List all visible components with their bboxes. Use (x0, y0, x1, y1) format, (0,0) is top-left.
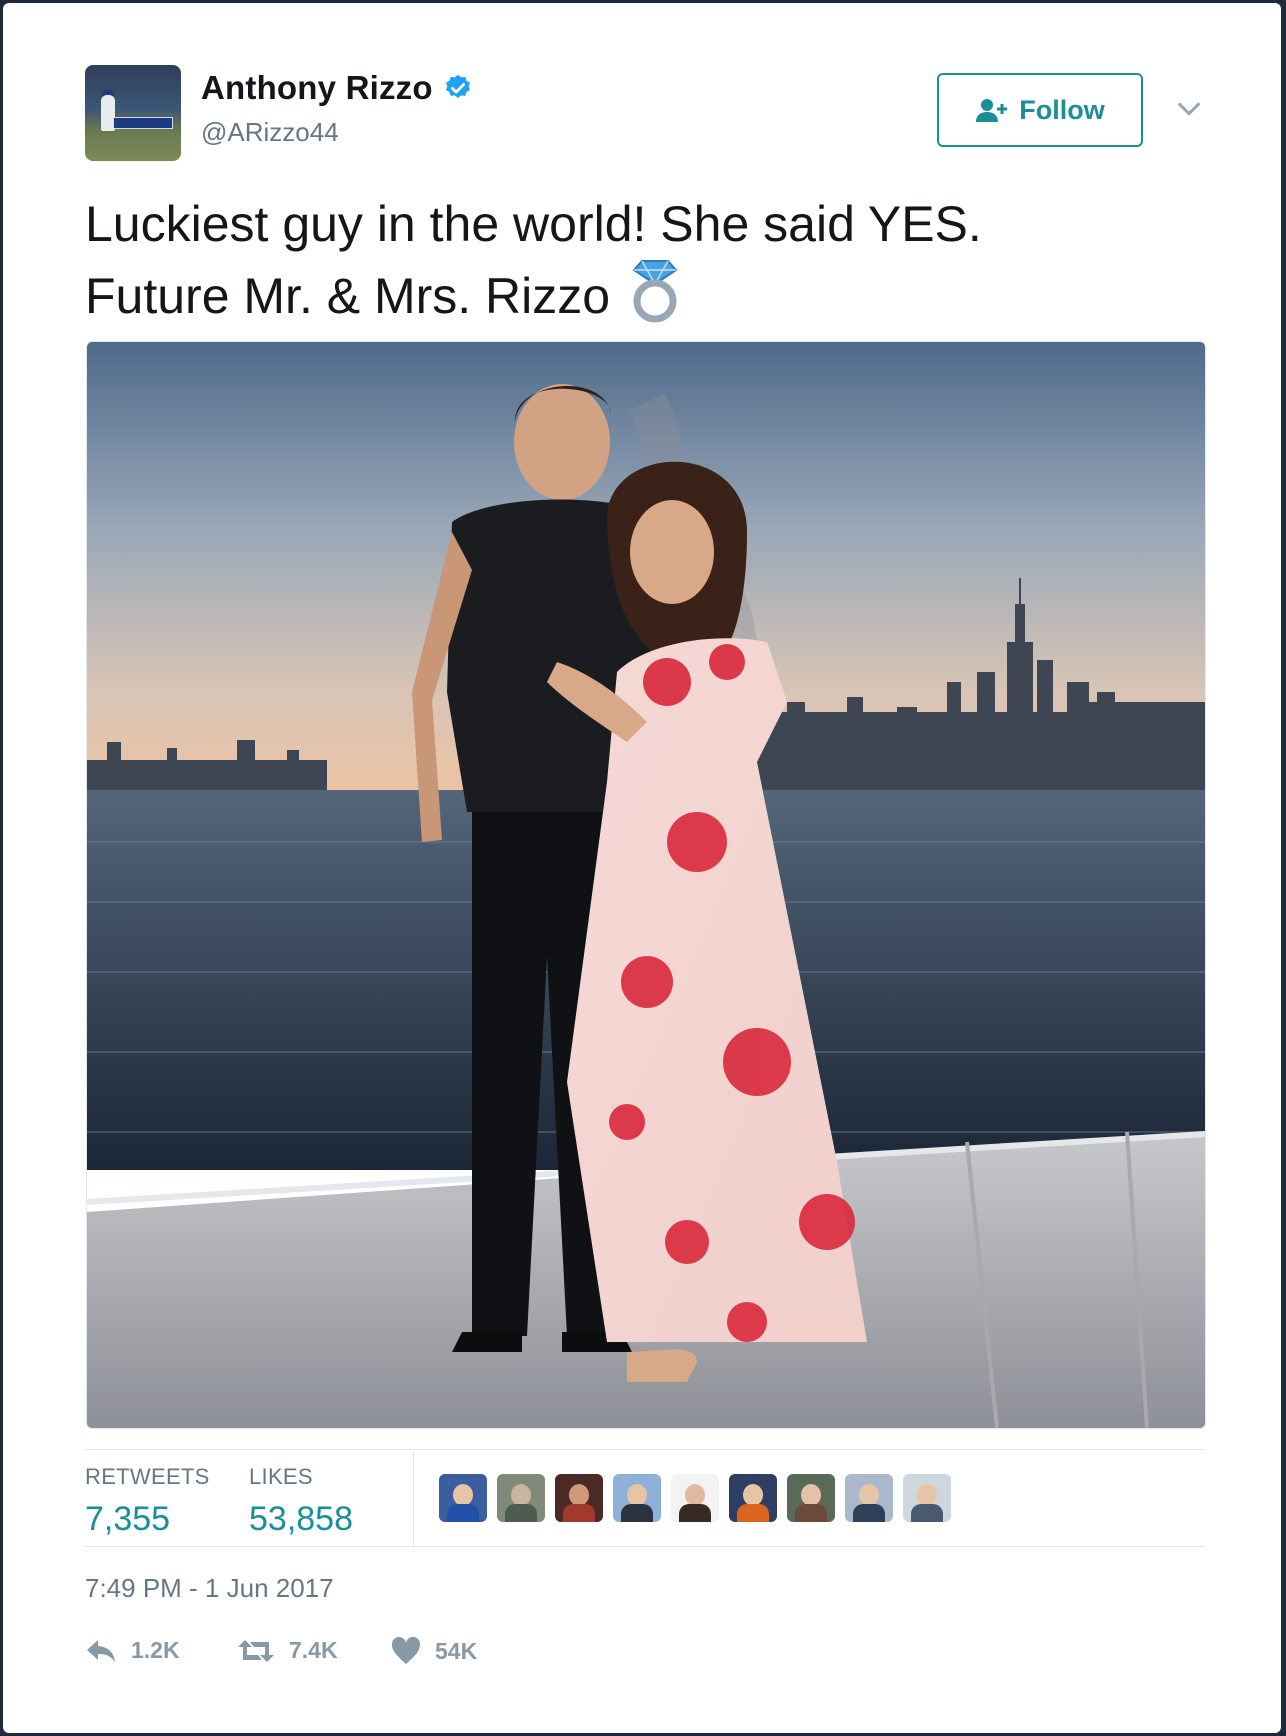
likes-stat[interactable]: LIKES 53,858 (249, 1464, 353, 1539)
add-user-icon (976, 99, 1008, 122)
retweets-value: 7,355 (85, 1500, 171, 1538)
tweet-header: Anthony Rizzo @ARizzo44 Follow (85, 65, 1205, 165)
name-row: Anthony Rizzo (201, 69, 473, 107)
liker-avatar[interactable] (439, 1474, 487, 1522)
follow-label: Follow (1019, 94, 1105, 125)
avatar[interactable] (85, 65, 181, 161)
liker-avatar[interactable] (497, 1474, 545, 1522)
liker-avatar[interactable] (671, 1474, 719, 1522)
tweet-text-line-2: Future Mr. & Mrs. Rizzo (85, 257, 1205, 329)
tweet-text-line-1: Luckiest guy in the world! She said YES. (85, 196, 982, 252)
verified-badge-icon (445, 74, 470, 98)
engagement-photo-illustration (87, 342, 1205, 1428)
likes-value: 53,858 (249, 1500, 353, 1538)
user-name[interactable]: Anthony Rizzo (201, 69, 433, 107)
retweet-icon (238, 1639, 274, 1662)
liker-avatars (439, 1474, 961, 1522)
tweet-photo[interactable] (86, 341, 1206, 1429)
tweet-text: Luckiest guy in the world! She said YES.… (85, 191, 1205, 329)
liker-avatar[interactable] (903, 1474, 951, 1522)
liker-avatar[interactable] (845, 1474, 893, 1522)
retweets-label: RETWEETS (85, 1464, 210, 1489)
tweet-timestamp[interactable]: 7:49 PM - 1 Jun 2017 (85, 1573, 334, 1604)
avatar-banner-shape (113, 117, 173, 129)
liker-avatar[interactable] (787, 1474, 835, 1522)
reply-button[interactable]: 1.2K (85, 1637, 180, 1664)
retweet-button[interactable]: 7.4K (237, 1637, 338, 1664)
likes-label: LIKES (249, 1464, 313, 1489)
reply-count: 1.2K (131, 1637, 180, 1663)
like-button[interactable]: 54K (391, 1637, 477, 1665)
stats-divider (413, 1450, 414, 1546)
user-handle[interactable]: @ARizzo44 (201, 117, 339, 148)
retweets-stat[interactable]: RETWEETS 7,355 (85, 1464, 210, 1539)
tweet-stats: RETWEETS 7,355 LIKES 53,858 (85, 1449, 1205, 1547)
chevron-down-icon[interactable] (1175, 95, 1203, 123)
like-count: 54K (435, 1637, 478, 1664)
ring-icon (632, 260, 678, 323)
liker-avatar[interactable] (613, 1474, 661, 1522)
tweet-card: Anthony Rizzo @ARizzo44 Follow Luckiest … (3, 3, 1281, 1733)
liker-avatar[interactable] (729, 1474, 777, 1522)
reply-icon (87, 1639, 115, 1662)
retweet-count: 7.4K (289, 1637, 338, 1663)
follow-button[interactable]: Follow (937, 73, 1143, 147)
tweet-actions: 1.2K 7.4K 54K (85, 1637, 785, 1677)
tweet-text-line-2-text: Future Mr. & Mrs. Rizzo (85, 268, 611, 324)
heart-icon (391, 1637, 421, 1664)
liker-avatar[interactable] (555, 1474, 603, 1522)
